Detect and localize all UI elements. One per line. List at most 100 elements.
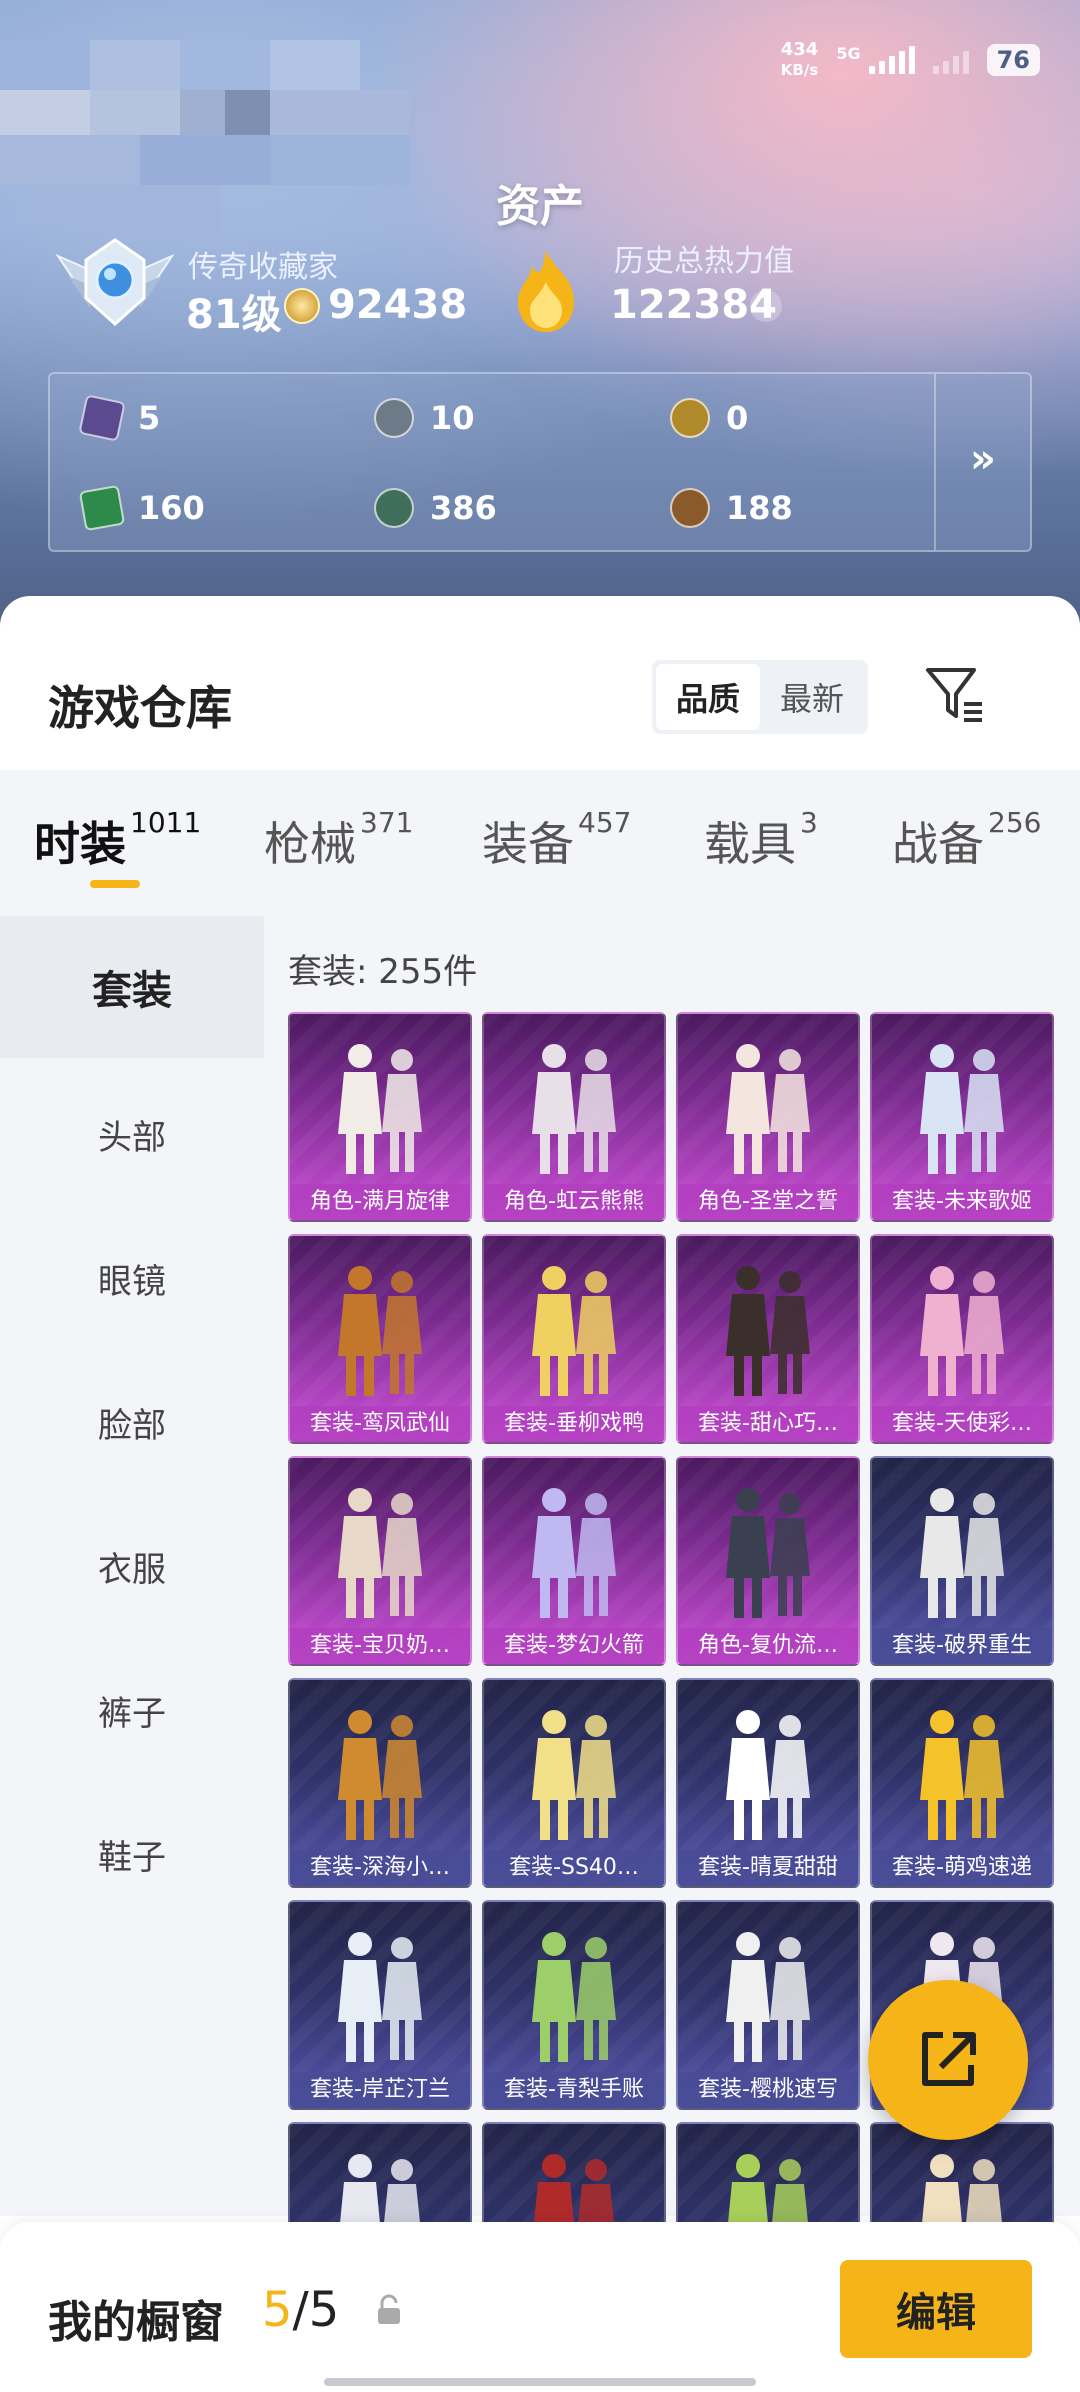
item-card[interactable]: 套装-鸾凤武仙 bbox=[288, 1234, 472, 1444]
showcase-title: 我的橱窗 bbox=[48, 2297, 224, 2348]
warehouse-title: 游戏仓库 bbox=[48, 681, 232, 735]
collection-points: 92438 bbox=[328, 282, 468, 328]
outfit-figure-icon bbox=[338, 1266, 422, 1396]
edit-button[interactable]: 编辑 bbox=[840, 2260, 1032, 2358]
tab-fashion[interactable]: 时装 1011 bbox=[34, 806, 201, 874]
outfit-figure-icon bbox=[532, 1932, 616, 2062]
tab-battle-gear[interactable]: 战备 256 bbox=[892, 806, 1041, 874]
outfit-figure-icon bbox=[532, 1044, 616, 1174]
page-title: 资产 bbox=[496, 181, 584, 232]
share-icon bbox=[922, 2032, 976, 2086]
currency-item: 160 bbox=[78, 484, 205, 532]
item-card[interactable]: 角色-满月旋律 bbox=[288, 1012, 472, 1222]
outfit-figure-icon bbox=[338, 1710, 422, 1840]
side-item-pants[interactable]: 裤子 bbox=[0, 1686, 264, 1735]
item-card[interactable]: 套装-SS40… bbox=[482, 1678, 666, 1888]
side-item-clothes[interactable]: 衣服 bbox=[0, 1542, 264, 1591]
currency-panel[interactable]: 5 10 0 160 386 188 » bbox=[48, 372, 1032, 552]
item-card-label: 套装-破界重生 bbox=[872, 1628, 1052, 1664]
sort-toggle: 品质 最新 bbox=[652, 660, 868, 734]
divider bbox=[934, 374, 936, 550]
outfit-figure-icon bbox=[920, 1488, 1004, 1618]
item-card-label: 角色-满月旋律 bbox=[290, 1184, 470, 1220]
heat-title: 历史总热力值 bbox=[614, 244, 794, 279]
outfit-figure-icon bbox=[338, 1488, 422, 1618]
currency-item: 5 bbox=[78, 394, 160, 442]
side-item-sets[interactable]: 套装 bbox=[0, 916, 264, 1058]
share-button[interactable] bbox=[868, 1980, 1028, 2140]
item-card-label: 套装-岸芷汀兰 bbox=[290, 2072, 470, 2108]
expand-currencies-icon[interactable]: » bbox=[970, 436, 996, 482]
item-card[interactable]: 套装-甜心巧… bbox=[676, 1234, 860, 1444]
outfit-figure-icon bbox=[726, 1710, 810, 1840]
rank-badge-icon bbox=[55, 238, 175, 327]
item-card[interactable]: 套装-垂柳戏鸭 bbox=[482, 1234, 666, 1444]
help-icon[interactable]: ? bbox=[750, 290, 782, 322]
asset-header: 434 KB/s 5G 76 资产 传奇收藏家 81级 92438 历史总热力值… bbox=[0, 0, 1080, 640]
item-card[interactable]: 套装-未来歌姬 bbox=[870, 1012, 1054, 1222]
card-icon bbox=[78, 394, 126, 442]
outfit-figure-icon bbox=[920, 1710, 1004, 1840]
item-card[interactable]: 套装-破界重生 bbox=[870, 1456, 1054, 1666]
gold-coin-icon bbox=[670, 398, 710, 438]
outfit-figure-icon bbox=[532, 1710, 616, 1840]
item-card[interactable]: 角色-复仇流… bbox=[676, 1456, 860, 1666]
item-card[interactable]: 套装-深海小… bbox=[288, 1678, 472, 1888]
network-speed: 434 KB/s bbox=[780, 39, 819, 80]
outfit-figure-icon bbox=[338, 1932, 422, 2062]
rank-title: 传奇收藏家 bbox=[188, 250, 338, 285]
item-card[interactable]: 套装-萌鸡速递 bbox=[870, 1678, 1054, 1888]
outfit-figure-icon bbox=[920, 1266, 1004, 1396]
item-card[interactable]: 角色-圣堂之誓 bbox=[676, 1012, 860, 1222]
item-card-label: 套装-晴夏甜甜 bbox=[678, 1850, 858, 1886]
item-card-label: 套装-宝贝奶… bbox=[290, 1628, 470, 1664]
outfit-figure-icon bbox=[726, 1044, 810, 1174]
item-card-label: 套装-SS40… bbox=[484, 1850, 664, 1886]
battery-indicator: 76 bbox=[986, 44, 1040, 76]
item-card-label: 套装-深海小… bbox=[290, 1850, 470, 1886]
outfit-figure-icon bbox=[726, 1932, 810, 2062]
green-ticket-icon bbox=[78, 484, 126, 532]
outfit-figure-icon bbox=[726, 1488, 810, 1618]
set-count: 套装: 255件 bbox=[288, 952, 478, 992]
item-card-label: 套装-樱桃速写 bbox=[678, 2072, 858, 2108]
side-item-shoes[interactable]: 鞋子 bbox=[0, 1830, 264, 1879]
item-card[interactable]: 套装-宝贝奶… bbox=[288, 1456, 472, 1666]
showcase-count: 5/5 bbox=[262, 2282, 340, 2338]
side-item-head[interactable]: 头部 bbox=[0, 1110, 264, 1159]
item-card-label: 套装-天使彩… bbox=[872, 1406, 1052, 1442]
item-card-label: 套装-未来歌姬 bbox=[872, 1184, 1052, 1220]
home-indicator[interactable] bbox=[324, 2378, 756, 2386]
sort-option-newest[interactable]: 最新 bbox=[760, 664, 864, 730]
item-card-label: 套装-甜心巧… bbox=[678, 1406, 858, 1442]
item-card[interactable]: 套装-青梨手账 bbox=[482, 1900, 666, 2110]
tab-vehicles[interactable]: 载具 3 bbox=[704, 806, 818, 874]
collection-coin-icon bbox=[284, 288, 320, 324]
item-card-label: 套装-梦幻火箭 bbox=[484, 1628, 664, 1664]
item-card-label: 角色-复仇流… bbox=[678, 1628, 858, 1664]
item-card[interactable]: 角色-虹云熊熊 bbox=[482, 1012, 666, 1222]
item-card[interactable]: 套装-天使彩… bbox=[870, 1234, 1054, 1444]
lock-icon bbox=[378, 2294, 400, 2324]
signal-icon-secondary bbox=[932, 46, 969, 74]
flame-icon bbox=[518, 250, 574, 332]
outfit-figure-icon bbox=[726, 1266, 810, 1396]
outfit-figure-icon bbox=[532, 1266, 616, 1396]
item-card[interactable]: 套装-岸芷汀兰 bbox=[288, 1900, 472, 2110]
item-card-label: 套装-萌鸡速递 bbox=[872, 1850, 1052, 1886]
item-card[interactable]: 套装-晴夏甜甜 bbox=[676, 1678, 860, 1888]
side-item-face[interactable]: 脸部 bbox=[0, 1398, 264, 1447]
item-card[interactable]: 套装-梦幻火箭 bbox=[482, 1456, 666, 1666]
currency-item: 386 bbox=[374, 488, 497, 528]
tab-equipment[interactable]: 装备 457 bbox=[482, 806, 631, 874]
side-item-glasses[interactable]: 眼镜 bbox=[0, 1254, 264, 1303]
sort-option-quality[interactable]: 品质 bbox=[656, 664, 760, 730]
currency-item: 188 bbox=[670, 488, 793, 528]
tab-guns[interactable]: 枪械 371 bbox=[264, 806, 413, 874]
item-card[interactable]: 套装-樱桃速写 bbox=[676, 1900, 860, 2110]
status-bar: 434 KB/s 5G 76 bbox=[781, 40, 1040, 80]
outfit-figure-icon bbox=[920, 1044, 1004, 1174]
filter-icon[interactable] bbox=[924, 664, 986, 726]
outfit-figure-icon bbox=[338, 1044, 422, 1174]
item-card-label: 角色-圣堂之誓 bbox=[678, 1184, 858, 1220]
